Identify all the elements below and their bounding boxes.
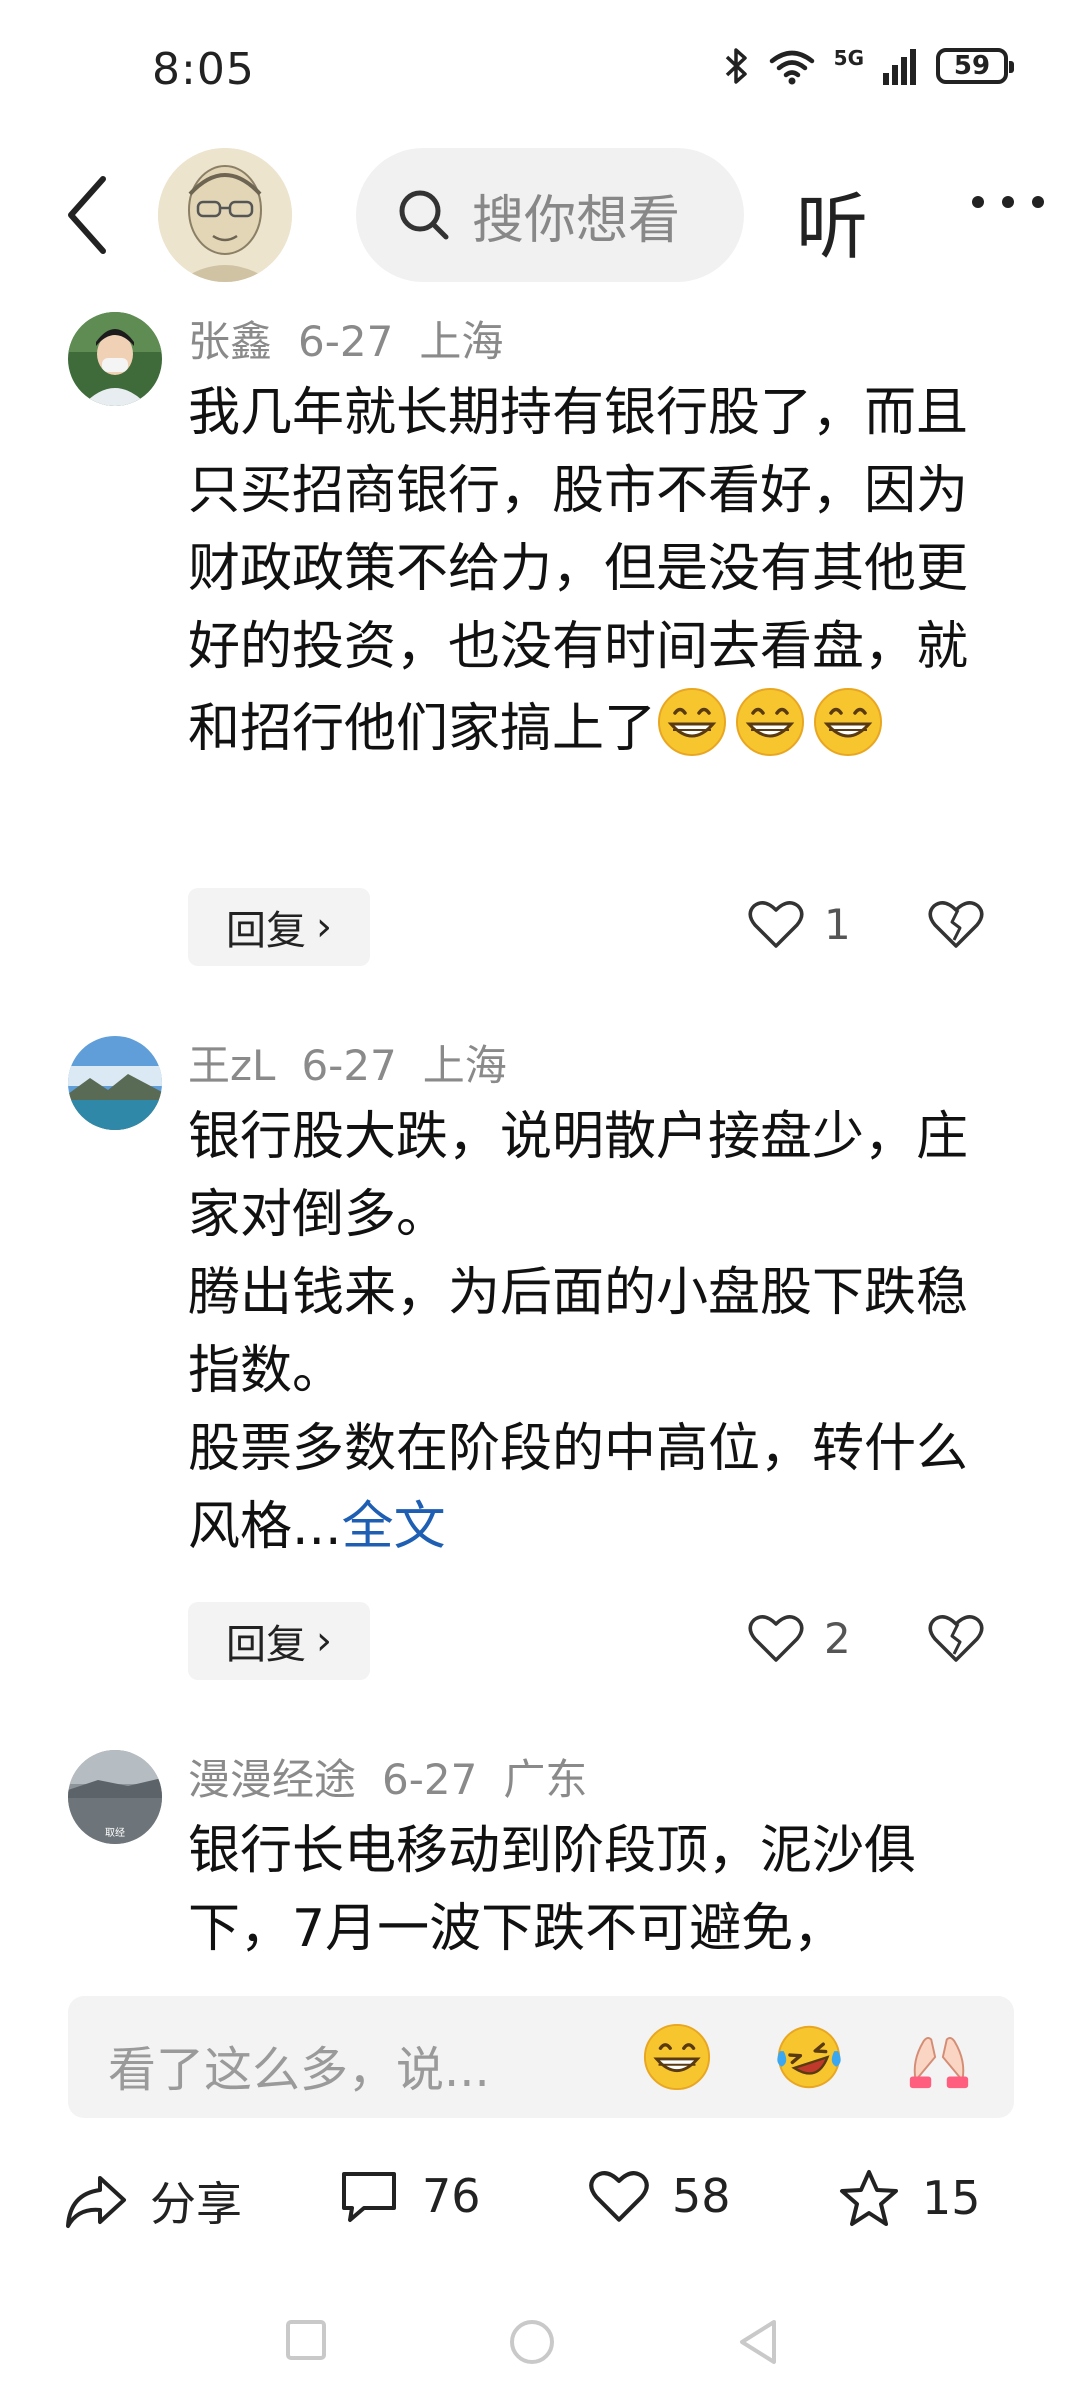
grin-emoji-icon[interactable]	[642, 2022, 712, 2092]
listen-button[interactable]: 听	[796, 168, 868, 273]
reply-label: 回复	[226, 1622, 306, 1668]
chevron-right-icon: ›	[316, 904, 332, 950]
comment-author[interactable]: 王zL	[188, 1041, 275, 1090]
comments-count: 76	[422, 2169, 481, 2223]
likes-count: 58	[672, 2169, 731, 2223]
chevron-left-icon	[68, 176, 106, 254]
comment-author[interactable]: 漫漫经途	[188, 1755, 356, 1804]
share-label: 分享	[150, 2177, 242, 2231]
landscape-photo-image	[68, 1036, 162, 1130]
heart-icon	[748, 1615, 804, 1662]
portrait-sketch-image	[158, 148, 292, 282]
commenter-avatar[interactable]: 取经	[68, 1750, 162, 1844]
network-type: 5G	[833, 46, 864, 70]
like-post-button[interactable]: 58	[588, 2168, 731, 2224]
comment-meta: 漫漫经途 6-27 广东	[188, 1746, 613, 1807]
comments-button[interactable]: 76	[338, 2168, 481, 2224]
search-bar[interactable]: 搜你想看	[356, 148, 744, 282]
comment-input[interactable]: 看了这么多，说...	[108, 2030, 490, 2100]
grin-emoji-icon	[814, 688, 883, 756]
heart-icon	[748, 901, 804, 948]
status-bar: 8:05 5G 59	[0, 0, 1080, 140]
top-bar: 搜你想看 听	[0, 140, 1080, 290]
dislike-button[interactable]	[928, 1612, 984, 1668]
heart-icon	[589, 2171, 649, 2222]
comment-bubble-icon	[342, 2172, 396, 2222]
comment-text: 我几年就长期持有银行股了，而且只买招商银行，股市不看好，因为财政政策不给力，但是…	[188, 374, 978, 768]
chevron-right-icon: ›	[316, 1618, 332, 1664]
broken-heart-icon	[928, 901, 984, 948]
comment-text: 银行股大跌，说明散户接盘少，庄家对倒多。 腾出钱来，为后面的小盘股下跌稳指数。 …	[188, 1098, 978, 1566]
laughing-tears-emoji-icon[interactable]	[774, 2022, 844, 2092]
bluetooth-icon	[725, 48, 747, 84]
battery-level: 59	[953, 51, 991, 81]
comment-location: 上海	[422, 1041, 507, 1090]
like-count: 1	[824, 899, 851, 949]
comment-text: 银行长电移动到阶段顶，泥沙俱下，7月一波下跌不可避免，	[188, 1812, 978, 1968]
avatar-caption: 取经	[105, 1826, 125, 1839]
signal-icon	[883, 49, 916, 85]
like-button[interactable]: 1	[748, 898, 851, 950]
comment-line: 银行股大跌，说明散户接盘少，庄家对倒多。	[188, 1107, 969, 1245]
clock: 8:05	[152, 44, 255, 95]
comment-line: 腾出钱来，为后面的小盘股下跌稳指数。	[188, 1263, 969, 1401]
battery-icon: 59	[936, 48, 1014, 84]
comment-meta: 张鑫 6-27 上海	[188, 308, 529, 369]
favorite-button[interactable]: 15	[838, 2168, 981, 2228]
comment-date: 6-27	[382, 1755, 478, 1804]
comment-location: 广东	[503, 1755, 588, 1804]
commenter-avatar[interactable]	[68, 1036, 162, 1130]
commenter-avatar[interactable]	[68, 312, 162, 406]
grin-emoji-icon	[658, 688, 727, 756]
lake-photo-image: 取经	[68, 1750, 162, 1844]
comment-date: 6-27	[298, 317, 394, 366]
home-icon[interactable]	[508, 2318, 556, 2366]
share-icon	[66, 2176, 126, 2228]
like-count: 2	[824, 1613, 851, 1663]
comment-date: 6-27	[301, 1041, 397, 1090]
author-avatar[interactable]	[158, 148, 292, 282]
search-input[interactable]: 搜你想看	[472, 178, 722, 253]
comment-location: 上海	[419, 317, 504, 366]
dislike-button[interactable]	[928, 898, 984, 954]
person-photo-image	[68, 312, 162, 406]
comment-meta: 王zL 6-27 上海	[188, 1032, 533, 1093]
back-triangle-icon[interactable]	[736, 2318, 780, 2366]
grin-emoji-icon	[736, 688, 805, 756]
reply-button[interactable]: 回复 ›	[188, 1602, 370, 1680]
comment-item: 取经 漫漫经途 6-27 广东 银行长电移动到阶段顶，泥沙俱下，7月一波下跌不可避免…	[0, 1746, 1080, 1970]
back-button[interactable]	[52, 170, 122, 260]
share-button[interactable]: 分享	[64, 2168, 242, 2234]
read-full-link[interactable]: 全文	[342, 1497, 446, 1557]
broken-heart-icon	[928, 1615, 984, 1662]
recent-apps-icon[interactable]	[284, 2318, 328, 2362]
star-icon	[840, 2170, 898, 2226]
applause-hands-icon[interactable]	[904, 2022, 974, 2092]
comment-author[interactable]: 张鑫	[188, 317, 272, 366]
wifi-icon	[769, 50, 814, 85]
reply-label: 回复	[226, 908, 306, 954]
like-button[interactable]: 2	[748, 1612, 851, 1664]
reply-button[interactable]: 回复 ›	[188, 888, 370, 966]
system-navigation-bar	[0, 2300, 1080, 2400]
more-options-icon[interactable]	[972, 196, 1044, 208]
bottom-action-bar: 分享 76 58 15	[0, 2150, 1080, 2250]
comment-line: 股票多数在阶段的中高位，转什么风格...	[188, 1419, 969, 1557]
search-icon	[399, 190, 449, 240]
comment-body: 银行长电移动到阶段顶，泥沙俱下，7月一波下跌不可避免，	[188, 1821, 917, 1959]
comment-input-bar[interactable]: 看了这么多，说...	[68, 1996, 1014, 2118]
favorites-count: 15	[922, 2171, 981, 2225]
status-icons: 5G 59	[724, 46, 1014, 86]
